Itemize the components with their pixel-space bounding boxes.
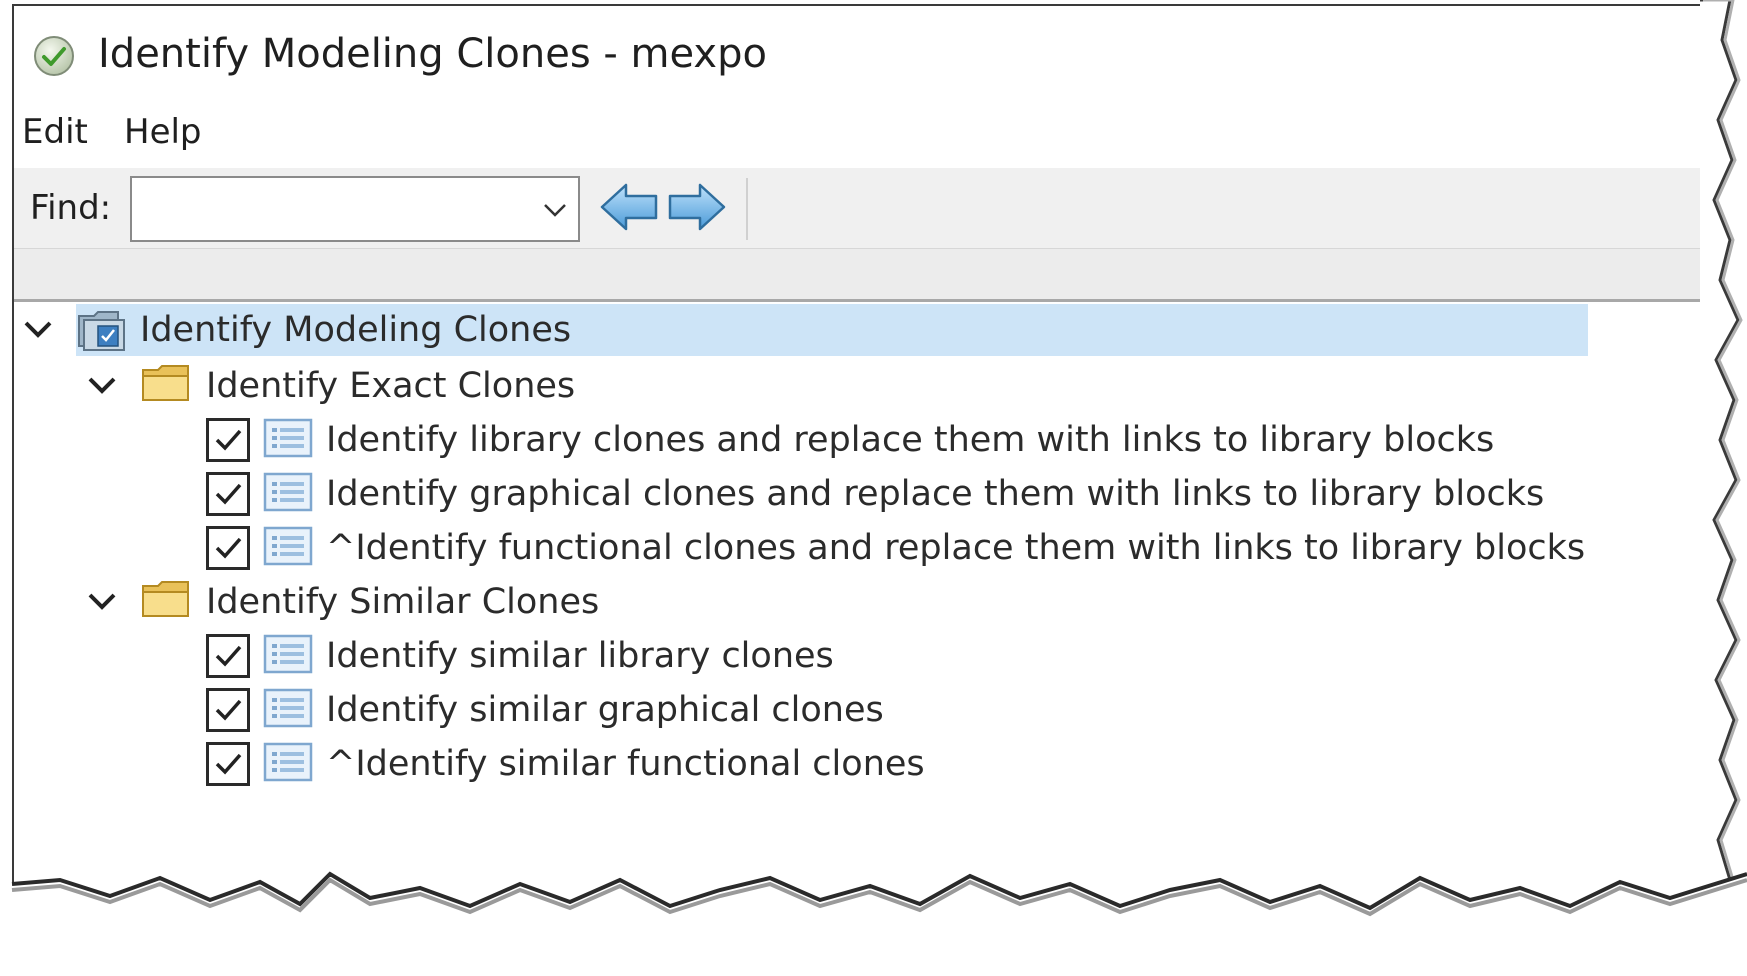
torn-edge-right [1700, 0, 1747, 976]
right-arrow-icon[interactable] [666, 180, 728, 234]
tree-node-label: Identify graphical clones and replace th… [326, 474, 1545, 514]
checkbox[interactable] [206, 418, 250, 462]
chevron-down-icon[interactable] [540, 198, 570, 222]
checkbox[interactable] [206, 742, 250, 786]
check-task-icon [263, 634, 313, 674]
model-advisor-folder-icon [78, 311, 125, 351]
menu-help[interactable]: Help [124, 112, 202, 152]
folder-icon [142, 581, 189, 617]
tree-node-label: Identify similar library clones [326, 636, 834, 676]
chevron-down-icon[interactable] [20, 316, 56, 342]
find-combobox[interactable] [130, 176, 580, 242]
left-arrow-icon[interactable] [598, 180, 660, 234]
tree-node-label: Identify Similar Clones [206, 582, 600, 622]
tree-node-label: Identify library clones and replace them… [326, 420, 1495, 460]
tree-node-label: ^Identify functional clones and replace … [326, 528, 1586, 568]
check-task-icon [263, 688, 313, 728]
checkmark-icon [215, 537, 242, 559]
chevron-down-icon[interactable] [84, 588, 120, 614]
checkmark-icon [215, 483, 242, 505]
tree-node-check[interactable]: ^Identify similar functional clones [14, 736, 1614, 792]
checkbox[interactable] [206, 526, 250, 570]
folder-icon [142, 365, 189, 401]
window-title: Identify Modeling Clones - mexpo [98, 31, 767, 77]
check-task-icon [263, 526, 313, 566]
screenshot-stage: Identify Modeling Clones - mexpo Edit He… [0, 0, 1747, 976]
tree-node-group[interactable]: Identify Exact Clones [14, 358, 1614, 414]
toolbar-separator [746, 178, 748, 240]
tree-node-check[interactable]: Identify graphical clones and replace th… [14, 466, 1614, 522]
tree-node-group[interactable]: Identify Similar Clones [14, 574, 1614, 630]
checkbox[interactable] [206, 634, 250, 678]
app-window: Identify Modeling Clones - mexpo Edit He… [12, 4, 1714, 966]
checkmark-icon [215, 645, 242, 667]
tree-node-check[interactable]: Identify similar library clones [14, 628, 1614, 684]
checkmark-icon [215, 753, 242, 775]
check-task-icon [263, 418, 313, 458]
tree-node-label: Identify Modeling Clones [140, 310, 572, 350]
tree-node-label: Identify similar graphical clones [326, 690, 884, 730]
checkmark-icon [215, 429, 242, 451]
column-header [14, 249, 1714, 302]
tree-node-root[interactable]: Identify Modeling Clones [14, 302, 1614, 358]
menu-edit[interactable]: Edit [22, 112, 88, 152]
checkbox[interactable] [206, 472, 250, 516]
find-toolbar: Find: [14, 168, 1714, 249]
check-task-icon [263, 742, 313, 782]
tree-node-check[interactable]: Identify library clones and replace them… [14, 412, 1614, 468]
check-tree: Identify Modeling Clones Identify Exact … [14, 302, 1714, 862]
check-task-icon [263, 472, 313, 512]
tree-node-check[interactable]: ^Identify functional clones and replace … [14, 520, 1614, 576]
torn-edge-bottom [0, 860, 1747, 976]
chevron-down-icon[interactable] [84, 372, 120, 398]
title-bar: Identify Modeling Clones - mexpo [14, 6, 1714, 92]
tree-node-label: ^Identify similar functional clones [326, 744, 925, 784]
find-label: Find: [30, 188, 112, 228]
tree-node-label: Identify Exact Clones [206, 366, 576, 406]
checkmark-icon [215, 699, 242, 721]
tree-node-check[interactable]: Identify similar graphical clones [14, 682, 1614, 738]
find-input[interactable] [138, 184, 532, 236]
green-check-circle-icon [34, 36, 74, 76]
menu-bar: Edit Help [14, 106, 1714, 156]
checkbox[interactable] [206, 688, 250, 732]
